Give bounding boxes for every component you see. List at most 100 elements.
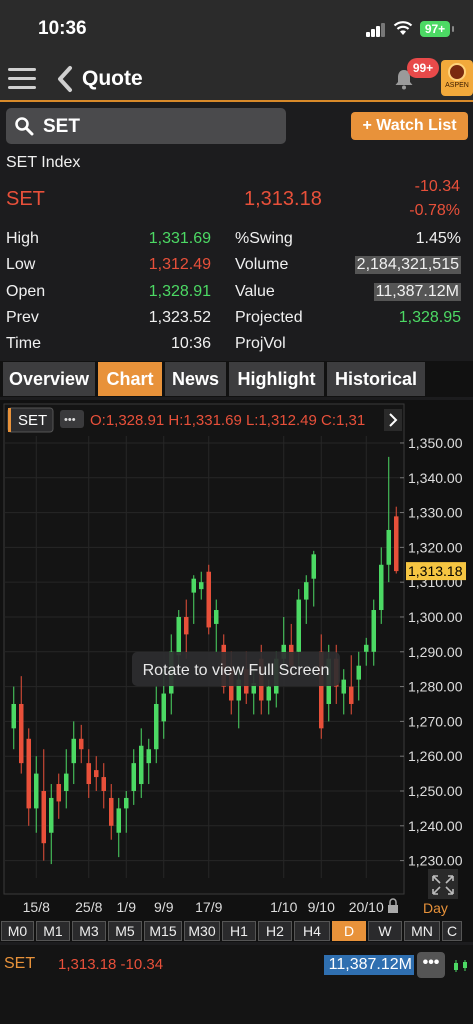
symbol-search-input[interactable]: SET xyxy=(6,108,286,144)
candle-body xyxy=(139,745,144,785)
candle xyxy=(394,506,399,574)
candle xyxy=(206,564,211,635)
ticker-symbol[interactable]: SET xyxy=(4,955,35,973)
ohlc-scroll-button[interactable] xyxy=(384,409,402,431)
stat-value: 1,328.95 xyxy=(398,309,461,326)
period-m0[interactable]: M0 xyxy=(1,921,34,941)
y-tick-label: 1,320.00 xyxy=(408,539,463,555)
y-tick-label: 1,240.00 xyxy=(408,818,463,834)
aspen-logo[interactable]: ASPEN xyxy=(441,60,473,96)
candle-body xyxy=(101,777,106,791)
candle-body xyxy=(116,808,121,833)
tab-historical[interactable]: Historical xyxy=(327,362,425,396)
ticker-value: 11,387.12M xyxy=(324,955,414,975)
period-m5[interactable]: M5 xyxy=(108,921,142,941)
tab-news[interactable]: News xyxy=(165,362,226,396)
candle-body xyxy=(296,599,301,652)
stat-label: Low xyxy=(6,256,36,273)
period-h2[interactable]: H2 xyxy=(258,921,292,941)
x-tick-label: 20/10 xyxy=(349,899,384,915)
ticker-price: 1,313.18 -10.34 xyxy=(58,956,164,973)
menu-icon[interactable] xyxy=(8,68,36,90)
lock-icon xyxy=(388,898,398,913)
x-tick-label: 15/8 xyxy=(23,899,50,915)
candle-body xyxy=(86,763,91,785)
x-tick-label: 17/9 xyxy=(195,899,222,915)
y-tick-label: 1,350.00 xyxy=(408,435,463,451)
stat-label: %Swing xyxy=(235,230,293,247)
y-tick-label: 1,250.00 xyxy=(408,783,463,799)
candle-body xyxy=(356,665,361,680)
candle-body xyxy=(341,679,346,694)
stat-label: High xyxy=(6,230,39,247)
period-m30[interactable]: M30 xyxy=(184,921,220,941)
period-m1[interactable]: M1 xyxy=(36,921,70,941)
period-h4[interactable]: H4 xyxy=(294,921,330,941)
period-m15[interactable]: M15 xyxy=(144,921,182,941)
stat-value: 1,331.69 xyxy=(148,230,211,247)
change-value: -10.34 xyxy=(414,178,460,195)
tab-highlight[interactable]: Highlight xyxy=(229,362,324,396)
price-chart[interactable]: 1,350.00 1,340.00 1,330.00 1,320.00 1,310.00… xyxy=(0,400,473,920)
candle-body xyxy=(214,610,219,624)
stat-label: Value xyxy=(235,283,275,300)
x-tick-label: 25/8 xyxy=(75,899,102,915)
stat-label: Prev xyxy=(6,309,39,326)
candle-body xyxy=(199,582,204,590)
ticker-more-button[interactable]: ••• xyxy=(417,952,445,978)
candle-body xyxy=(304,582,309,600)
period-w[interactable]: W xyxy=(368,921,402,941)
notification-badge: 99+ xyxy=(407,58,439,78)
period-selector: M0 M1 M3 M5 M15 M30 H1 H2 H4 D W MN C xyxy=(0,920,473,942)
candle-body xyxy=(64,773,69,791)
x-tick-label: 1/9 xyxy=(117,899,137,915)
status-bar: 10:36 97+ xyxy=(0,0,473,56)
candle-body xyxy=(386,529,391,565)
stat-value: 2,184,321,515 xyxy=(354,256,461,274)
period-d[interactable]: D xyxy=(332,921,366,941)
battery-icon: 97+ xyxy=(420,21,454,37)
index-name: SET Index xyxy=(6,154,81,171)
candle-body xyxy=(109,797,114,826)
candle-body xyxy=(146,749,151,764)
candle-body xyxy=(266,686,271,701)
candle-body xyxy=(206,571,211,628)
stat-label: ProjVol xyxy=(235,335,286,352)
period-c[interactable]: C xyxy=(442,921,462,941)
chart-symbol: SET xyxy=(18,412,47,429)
y-tick-label: 1,280.00 xyxy=(408,679,463,695)
fullscreen-icon[interactable] xyxy=(428,869,458,899)
period-mn[interactable]: MN xyxy=(404,921,440,941)
ohlc-readout: O:1,328.91 H:1,331.69 L:1,312.49 C:1,31 xyxy=(90,412,365,429)
candle-body xyxy=(94,770,99,778)
back-chevron-icon[interactable] xyxy=(55,65,75,93)
candle-body xyxy=(131,763,136,791)
candle-body xyxy=(124,797,129,809)
stat-value: 1,323.52 xyxy=(148,309,211,326)
candle-body xyxy=(41,790,46,844)
mini-candle-icon xyxy=(454,960,467,972)
candle-body xyxy=(311,554,316,579)
x-axis: 15/8 25/8 1/9 9/9 17/9 1/10 9/10 20/10 xyxy=(23,899,384,915)
candle-body xyxy=(26,738,31,809)
y-axis: 1,350.001,340.001,330.001,320.001,310.00… xyxy=(400,435,463,869)
stat-value: 1,328.91 xyxy=(148,283,211,300)
candle-body xyxy=(379,564,384,611)
period-h1[interactable]: H1 xyxy=(222,921,256,941)
candle-body xyxy=(364,644,369,652)
candlestick-chart[interactable]: 1,350.001,340.001,330.001,320.001,310.00… xyxy=(0,400,473,920)
chart-more-label: ••• xyxy=(64,414,76,426)
candle-body xyxy=(161,693,166,722)
search-value: SET xyxy=(43,116,80,137)
candle-body xyxy=(191,578,196,593)
search-icon xyxy=(15,117,34,136)
y-tick-label: 1,290.00 xyxy=(408,644,463,660)
candle-body xyxy=(79,738,84,750)
rotate-overlay-text: Rotate to view Full Screen xyxy=(143,662,330,679)
tab-overview[interactable]: Overview xyxy=(3,362,95,396)
add-watch-list-button[interactable]: + Watch List xyxy=(351,112,468,140)
y-tick-label: 1,230.00 xyxy=(408,853,463,869)
tab-chart[interactable]: Chart xyxy=(98,362,162,396)
candle-body xyxy=(34,773,39,809)
period-m3[interactable]: M3 xyxy=(72,921,106,941)
